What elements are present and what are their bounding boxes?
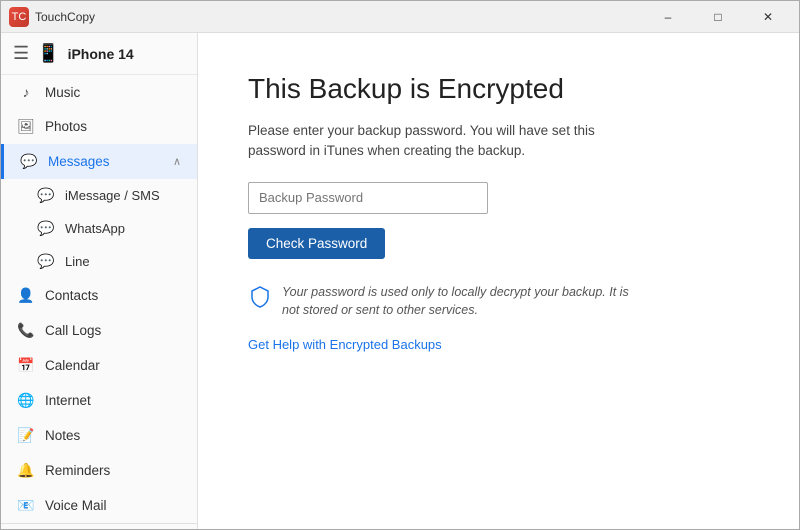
voicemail-icon: 📧 — [17, 497, 35, 514]
sidebar-label-internet: Internet — [45, 393, 181, 408]
sidebar-item-internet[interactable]: 🌐 Internet — [1, 383, 197, 418]
titlebar-left: TC TouchCopy — [9, 7, 95, 27]
phone-icon: 📱 — [37, 43, 59, 64]
whatsapp-icon: 💬 — [37, 220, 55, 237]
contacts-icon: 👤 — [17, 287, 35, 304]
call-icon: 📞 — [17, 322, 35, 339]
sidebar-label-notes: Notes — [45, 428, 181, 443]
security-notice: Your password is used only to locally de… — [248, 283, 648, 321]
check-password-button[interactable]: Check Password — [248, 228, 385, 259]
sidebar-label-reminders: Reminders — [45, 463, 181, 478]
internet-icon: 🌐 — [17, 392, 35, 409]
app-icon: TC — [9, 7, 29, 27]
sidebar-label-messages: Messages — [48, 154, 163, 169]
backup-password-input[interactable] — [248, 182, 488, 214]
sidebar-item-imessage[interactable]: 💬 iMessage / SMS — [1, 179, 197, 212]
messages-icon: 💬 — [20, 153, 38, 170]
sidebar-item-calendar[interactable]: 📅 Calendar — [1, 348, 197, 383]
sidebar-item-music[interactable]: ♪ Music — [1, 75, 197, 109]
sidebar-item-messages[interactable]: 💬 Messages ∧ — [1, 144, 197, 179]
sidebar: ☰ 📱 iPhone 14 ♪ Music 🖼 Photos 💬 Message… — [1, 33, 198, 529]
calendar-icon: 📅 — [17, 357, 35, 374]
titlebar: TC TouchCopy – □ ✕ — [1, 1, 799, 33]
page-title: This Backup is Encrypted — [248, 73, 749, 105]
sidebar-item-voicemail[interactable]: 📧 Voice Mail — [1, 488, 197, 523]
maximize-button[interactable]: □ — [695, 3, 741, 31]
imessage-icon: 💬 — [37, 187, 55, 204]
window-controls: – □ ✕ — [645, 3, 791, 31]
reminders-icon: 🔔 — [17, 462, 35, 479]
sidebar-label-voicemail: Voice Mail — [45, 498, 181, 513]
help-link[interactable]: Get Help with Encrypted Backups — [248, 337, 442, 352]
sidebar-label-call-logs: Call Logs — [45, 323, 181, 338]
hamburger-icon[interactable]: ☰ — [13, 43, 29, 64]
music-icon: ♪ — [17, 84, 35, 100]
sidebar-item-call-logs[interactable]: 📞 Call Logs — [1, 313, 197, 348]
main-layout: ☰ 📱 iPhone 14 ♪ Music 🖼 Photos 💬 Message… — [1, 33, 799, 529]
shield-icon — [248, 285, 272, 315]
sidebar-item-contacts[interactable]: 👤 Contacts — [1, 278, 197, 313]
sidebar-item-settings[interactable]: ⚙ Settings — [1, 524, 197, 529]
device-name: iPhone 14 — [68, 46, 134, 62]
line-icon: 💬 — [37, 253, 55, 270]
sidebar-item-reminders[interactable]: 🔔 Reminders — [1, 453, 197, 488]
sidebar-bottom: ⚙ Settings — [1, 523, 197, 529]
sidebar-label-calendar: Calendar — [45, 358, 181, 373]
sidebar-item-line[interactable]: 💬 Line — [1, 245, 197, 278]
photos-icon: 🖼 — [17, 118, 35, 135]
sidebar-label-line: Line — [65, 254, 181, 269]
device-header: ☰ 📱 iPhone 14 — [1, 33, 197, 75]
sidebar-label-whatsapp: WhatsApp — [65, 221, 181, 236]
sidebar-label-imessage: iMessage / SMS — [65, 188, 181, 203]
sidebar-item-whatsapp[interactable]: 💬 WhatsApp — [1, 212, 197, 245]
sidebar-label-music: Music — [45, 85, 181, 100]
minimize-button[interactable]: – — [645, 3, 691, 31]
security-notice-text: Your password is used only to locally de… — [282, 283, 648, 321]
content-area: This Backup is Encrypted Please enter yo… — [198, 33, 799, 529]
sidebar-label-contacts: Contacts — [45, 288, 181, 303]
notes-icon: 📝 — [17, 427, 35, 444]
page-subtitle: Please enter your backup password. You w… — [248, 121, 648, 162]
sidebar-item-notes[interactable]: 📝 Notes — [1, 418, 197, 453]
sidebar-item-photos[interactable]: 🖼 Photos — [1, 109, 197, 144]
close-button[interactable]: ✕ — [745, 3, 791, 31]
chevron-up-icon: ∧ — [173, 155, 181, 168]
app-title: TouchCopy — [35, 10, 95, 24]
sidebar-label-photos: Photos — [45, 119, 181, 134]
